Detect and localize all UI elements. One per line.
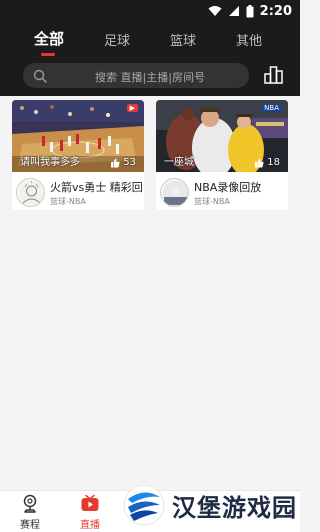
tab-basketball[interactable]: 篮球 [170, 30, 196, 49]
streamer-name: 一座城 [164, 157, 194, 168]
thumbs-up-icon [255, 158, 264, 167]
like-count-value: 53 [123, 157, 136, 168]
watermark-text: 汉堡游戏园 [172, 492, 297, 522]
watermark-logo-icon [123, 484, 165, 526]
like-count: 18 [254, 157, 280, 168]
stream-thumbnail: NBA 一座城 18 [156, 100, 288, 172]
search-input[interactable]: 搜索 直播|主播|房间号 [23, 63, 249, 88]
trophy-icon [23, 494, 37, 513]
like-count-value: 18 [267, 157, 280, 168]
header: 全部 足球 篮球 其他 搜索 直播|主播|房间号 [0, 22, 300, 96]
status-time: 2:20 [259, 3, 292, 19]
category-tabs: 全部 足球 篮球 其他 [0, 22, 300, 58]
avatar [16, 178, 45, 207]
active-tab-indicator [41, 53, 55, 56]
stream-title: NBA录像回放 [194, 181, 262, 194]
like-count: 53 [110, 157, 136, 168]
thumbs-up-icon [111, 158, 120, 167]
status-bar: 2:20 [0, 0, 300, 22]
search-placeholder: 搜索 直播|主播|房间号 [95, 71, 205, 84]
bottom-tab-label: 赛程 [20, 520, 40, 531]
live-tag: ▶ [126, 104, 138, 112]
tab-football[interactable]: 足球 [104, 30, 130, 49]
bottom-tab-schedule[interactable]: 赛程 [10, 494, 50, 531]
stream-title: 火箭vs勇士 精彩回放 [50, 181, 142, 194]
nba-badge: NBA [261, 104, 282, 112]
stream-thumbnail: ▶ 请叫我事多多 53 [12, 100, 144, 172]
bottom-tab-live[interactable]: 直播 [70, 494, 110, 531]
stream-category: 篮球-NBA [50, 197, 86, 206]
status-icons: 2:20 [208, 3, 292, 19]
stream-category: 篮球-NBA [194, 197, 230, 206]
stream-card[interactable]: ▶ 请叫我事多多 53 火箭vs勇士 精彩回放 篮球-NBA [12, 100, 144, 210]
battery-icon [246, 4, 254, 17]
tab-other[interactable]: 其他 [236, 30, 262, 49]
tab-all[interactable]: 全部 [34, 28, 64, 49]
live-list: ▶ 请叫我事多多 53 火箭vs勇士 精彩回放 篮球-NBA [0, 96, 300, 490]
signal-icon [228, 6, 239, 16]
wifi-icon [208, 6, 222, 16]
avatar [160, 178, 189, 207]
stream-card[interactable]: NBA 一座城 18 NBA录像回放 篮球-NBA [156, 100, 288, 210]
bottom-tab-label: 直播 [80, 520, 100, 531]
play-tv-icon [81, 494, 99, 511]
watermark: 汉堡游戏园 [122, 482, 297, 528]
streamer-name: 请叫我事多多 [20, 157, 80, 168]
ranking-icon[interactable] [263, 65, 285, 85]
